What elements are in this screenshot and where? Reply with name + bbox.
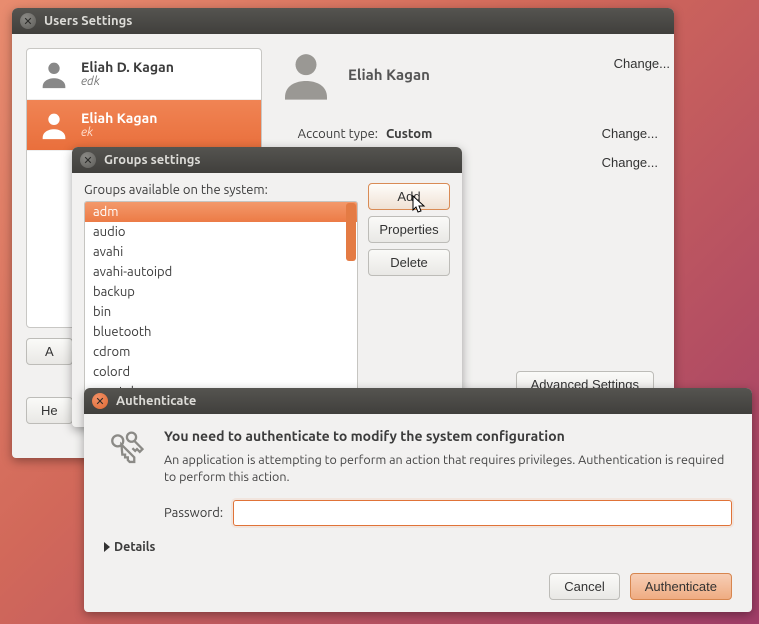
user-list-item[interactable]: Eliah Kagan ek: [27, 100, 261, 151]
group-item[interactable]: cdrom: [85, 342, 357, 362]
avatar-icon: [37, 108, 71, 142]
group-item[interactable]: adm: [85, 202, 357, 222]
auth-window-title: Authenticate: [116, 394, 196, 408]
group-item[interactable]: audio: [85, 222, 357, 242]
password-input[interactable]: [233, 500, 732, 526]
users-titlebar[interactable]: ✕ Users Settings: [12, 8, 674, 34]
group-add-button[interactable]: Add: [368, 183, 450, 210]
auth-heading: You need to authenticate to modify the s…: [164, 428, 732, 444]
triangle-right-icon: [104, 542, 110, 552]
group-item[interactable]: avahi: [85, 242, 357, 262]
account-type-label: Account type:: [278, 127, 378, 141]
authenticate-button[interactable]: Authenticate: [630, 573, 732, 600]
groups-caption: Groups available on the system:: [84, 183, 358, 197]
groups-listbox[interactable]: adm audio avahi avahi-autoipd backup bin…: [84, 201, 358, 417]
user-name: Eliah Kagan: [81, 111, 157, 126]
details-toggle[interactable]: Details: [104, 540, 732, 554]
change-password-button[interactable]: Change...: [602, 155, 658, 170]
avatar-icon: [37, 57, 71, 91]
groups-titlebar[interactable]: ✕ Groups settings: [72, 147, 462, 173]
user-subname: ek: [81, 126, 157, 139]
keys-icon: [104, 428, 148, 472]
add-user-button[interactable]: A: [26, 338, 73, 365]
avatar-icon: [278, 46, 334, 102]
users-window-title: Users Settings: [44, 14, 132, 28]
auth-description: An application is attempting to perform …: [164, 452, 732, 486]
change-account-type-button[interactable]: Change...: [602, 126, 658, 141]
user-name: Eliah D. Kagan: [81, 60, 174, 75]
details-label: Details: [114, 540, 155, 554]
user-list-item[interactable]: Eliah D. Kagan edk: [27, 49, 261, 100]
groups-settings-window: ✕ Groups settings Groups available on th…: [72, 147, 462, 427]
cancel-button[interactable]: Cancel: [549, 573, 619, 600]
groups-window-title: Groups settings: [104, 153, 201, 167]
close-icon[interactable]: ✕: [80, 152, 96, 168]
account-type-value: Custom: [386, 127, 432, 141]
password-label: Password:: [164, 506, 223, 520]
profile-name: Eliah Kagan: [348, 66, 430, 83]
group-item[interactable]: bluetooth: [85, 322, 357, 342]
help-button[interactable]: He: [26, 397, 73, 424]
group-item[interactable]: colord: [85, 362, 357, 382]
user-subname: edk: [81, 75, 174, 88]
group-delete-button[interactable]: Delete: [368, 249, 450, 276]
group-item[interactable]: bin: [85, 302, 357, 322]
close-icon[interactable]: ✕: [92, 393, 108, 409]
auth-titlebar[interactable]: ✕ Authenticate: [84, 388, 752, 414]
group-item[interactable]: avahi-autoipd: [85, 262, 357, 282]
group-properties-button[interactable]: Properties: [368, 216, 450, 243]
change-name-button[interactable]: Change...: [614, 56, 670, 71]
authenticate-window: ✕ Authenticate You need to authenticate …: [84, 388, 752, 612]
group-item[interactable]: backup: [85, 282, 357, 302]
scrollbar-thumb[interactable]: [346, 203, 356, 261]
close-icon[interactable]: ✕: [20, 13, 36, 29]
